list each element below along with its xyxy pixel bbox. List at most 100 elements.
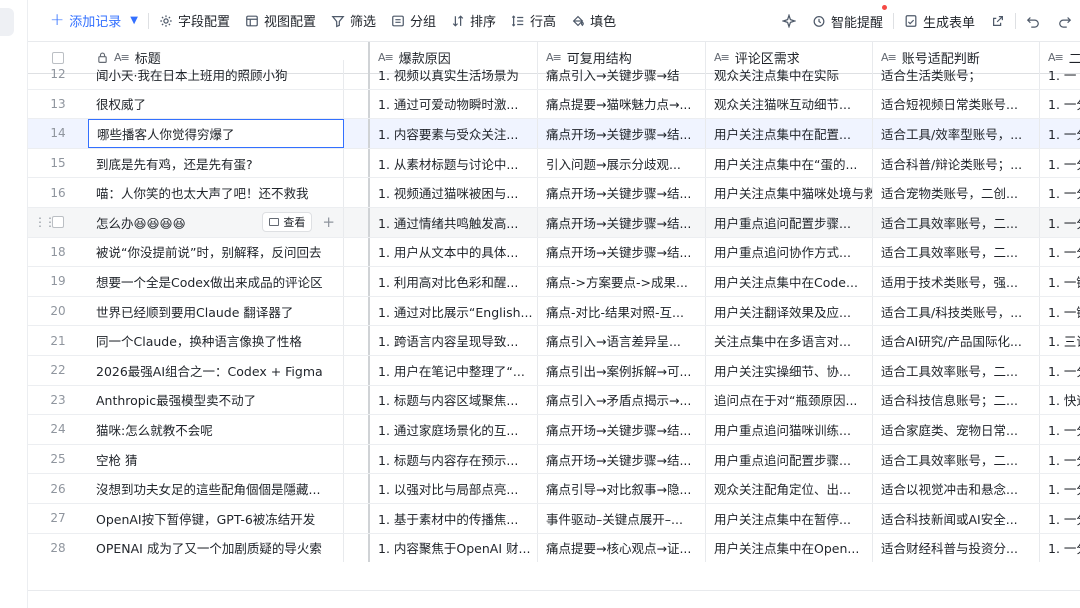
cell-f1[interactable]: 1. 跨语言内容呈现导致...: [370, 326, 538, 355]
table-row[interactable]: 15 到底是先有鸡，还是先有蛋? 1. 从素材标题与讨论中... 引入问题→展示分歧观…: [28, 148, 1080, 179]
cell-f3[interactable]: 用户关注点集中在暂停...: [706, 504, 873, 533]
undo-button[interactable]: [1026, 7, 1040, 35]
view-record-button[interactable]: 查看: [262, 212, 313, 233]
cell-f2[interactable]: 痛点引入→语言差异呈...: [538, 326, 706, 355]
cell-f4[interactable]: 适合财经科普与投资分...: [873, 533, 1040, 562]
cell-f3[interactable]: 用户关注点集中在Open...: [706, 533, 873, 562]
cell-f1[interactable]: 1. 基于素材中的传播焦...: [370, 504, 538, 533]
cell-f4[interactable]: 适用于技术类账号，强...: [873, 267, 1040, 296]
smart-alert-button[interactable]: 智能提醒: [812, 5, 887, 35]
cell-f1[interactable]: 1. 从素材标题与讨论中...: [370, 148, 538, 178]
add-subrecord-icon[interactable]: +: [322, 213, 335, 231]
filter-button[interactable]: 筛选: [331, 7, 376, 35]
row-height-button[interactable]: 行高: [511, 7, 556, 35]
cell-f5[interactable]: 1. 一分: [1040, 208, 1080, 237]
cell-f4[interactable]: 适合工具/科技类账号，...: [873, 296, 1040, 326]
cell-f5[interactable]: 1. 一分: [1040, 90, 1080, 119]
cell-f3[interactable]: 用户关注点集中在“蛋的...: [706, 148, 873, 178]
cell-f2[interactable]: 痛点提要→猫咪魅力点→...: [538, 89, 706, 119]
cell-f4[interactable]: 适合以视觉冲击和悬念...: [873, 474, 1040, 503]
cell-f1[interactable]: 1. 内容聚焦于OpenAI 财...: [370, 533, 538, 562]
chevron-down-icon[interactable]: ▼: [130, 15, 138, 26]
cell-f3[interactable]: 观众关注猫咪互动细节...: [706, 89, 873, 119]
cell-f5[interactable]: 1. 一分: [1040, 149, 1080, 178]
table-row[interactable]: 14 哪些播客人你觉得穷爆了 1. 内容要素与受众关注... 痛点开场→关键步骤→结.…: [28, 119, 1080, 149]
ai-sparkle-button[interactable]: [781, 7, 796, 35]
field-config-button[interactable]: 字段配置: [159, 7, 230, 35]
view-config-button[interactable]: 视图配置: [245, 7, 316, 35]
cell-f2[interactable]: 痛点->方案要点->成果...: [538, 267, 706, 296]
cell-f1[interactable]: 1. 标题与内容存在预示...: [370, 444, 538, 474]
cell-f1[interactable]: 1. 内容要素与受众关注...: [370, 119, 538, 148]
cell-title[interactable]: 世界已经顺到要用Claude 翻译器了: [88, 296, 344, 326]
cell-f1[interactable]: 1. 用户在笔记中整理了“...: [370, 356, 538, 385]
cell-f4[interactable]: 适合宠物类账号，二创...: [873, 178, 1040, 207]
cell-title[interactable]: 到底是先有鸡，还是先有蛋?: [88, 148, 344, 178]
cell-f3[interactable]: 用户关注点集中在Code...: [706, 267, 873, 296]
cell-f5[interactable]: 1. 一分: [1040, 178, 1080, 207]
cell-f4[interactable]: 适合科技信息账号；二...: [873, 385, 1040, 415]
cell-f3[interactable]: 关注点集中在多语言对...: [706, 326, 873, 355]
cell-f5[interactable]: 1. 一分: [1040, 119, 1080, 148]
cell-f1[interactable]: 1. 用户从文本中的具体...: [370, 237, 538, 267]
cell-f4[interactable]: 适合科技新闻或AI安全...: [873, 504, 1040, 533]
cell-title[interactable]: 想要一个全是Codex做出来成品的评论区: [88, 267, 344, 296]
cell-f1[interactable]: 1. 通过可爱动物瞬时激...: [370, 89, 538, 119]
cell-f2[interactable]: 痛点引导→对比叙事→隐...: [538, 474, 706, 503]
cell-f4[interactable]: 适合生活类账号；: [873, 60, 1040, 89]
cell-f5[interactable]: 1. 一分: [1040, 534, 1080, 562]
cell-f2[interactable]: 痛点引入→矛盾点揭示→...: [538, 385, 706, 415]
cell-title[interactable]: 闻小天·我在日本上班用的照顾小狗: [88, 60, 344, 89]
cell-f2[interactable]: 痛点引出→案例拆解→可...: [538, 356, 706, 385]
cell-f3[interactable]: 用户关注点集中猫咪处境与救...: [706, 178, 873, 207]
cell-title[interactable]: OpenAI按下暂停键，GPT-6被冻结开发: [88, 504, 344, 533]
cell-f2[interactable]: 痛点开场→关键步骤→结...: [538, 237, 706, 267]
cell-f2[interactable]: 痛点开场→关键步骤→结...: [538, 415, 706, 444]
cell-title[interactable]: 很权威了: [88, 89, 344, 119]
sidebar-toggle-tab[interactable]: [0, 8, 14, 36]
cell-f3[interactable]: 追问点在于对“瓶颈原因...: [706, 385, 873, 415]
cell-f5[interactable]: 1. 三语: [1040, 326, 1080, 355]
cell-f5[interactable]: 1. 一键: [1040, 267, 1080, 296]
table-row[interactable]: 23 Anthropic最强模型卖不动了 1. 标题与内容区域聚焦... 痛点引入→矛…: [28, 385, 1080, 416]
table-row[interactable]: 26 沒想到功夫女足的這些配角個個是隱藏... 1. 以强对比与局部点亮... 痛点引…: [28, 474, 1080, 504]
cell-f4[interactable]: 适合工具效率账号，二...: [873, 444, 1040, 474]
cell-title[interactable]: Anthropic最强模型卖不动了: [88, 385, 344, 415]
cell-title[interactable]: 同一个Claude，换种语言像换了性格: [88, 326, 344, 355]
table-row[interactable]: ⋮⋮ 怎么办😆😆😆😆 查看 +1. 通过情绪共鸣触发高... 痛点开场→关键步骤→结..…: [28, 208, 1080, 238]
cell-title[interactable]: 被说“你没提前说”时，别解释，反问回去: [88, 237, 344, 267]
add-record-button[interactable]: + 添加记录 ▼: [50, 7, 138, 35]
cell-f5[interactable]: 1. 一分: [1040, 356, 1080, 385]
cell-title[interactable]: 空枪 猜: [88, 444, 344, 474]
cell-f5[interactable]: 1. 一分: [1040, 415, 1080, 444]
cell-f4[interactable]: 适合工具/效率型账号，...: [873, 119, 1040, 148]
cell-f4[interactable]: 适合短视频日常类账号...: [873, 89, 1040, 119]
cell-f5[interactable]: 1. 一分: [1040, 474, 1080, 503]
table-row[interactable]: 21 同一个Claude，换种语言像换了性格 1. 跨语言内容呈现导致... 痛点引入…: [28, 326, 1080, 356]
redo-button[interactable]: [1058, 7, 1072, 35]
cell-f3[interactable]: 用户关注点集中在配置...: [706, 119, 873, 148]
share-button[interactable]: [991, 7, 1005, 35]
cell-f3[interactable]: 用户关注翻译效果及应...: [706, 296, 873, 326]
cell-f2[interactable]: 痛点开场→关键步骤→结...: [538, 444, 706, 474]
cell-f2[interactable]: 引入问题→展示分歧观...: [538, 148, 706, 178]
cell-f3[interactable]: 用户关注实操细节、协...: [706, 356, 873, 385]
cell-f1[interactable]: 1. 以强对比与局部点亮...: [370, 474, 538, 503]
cell-f4[interactable]: 适合工具效率账号，二...: [873, 356, 1040, 385]
fill-color-button[interactable]: 填色: [571, 7, 616, 35]
cell-f1[interactable]: 1. 通过对比展示“English...: [370, 296, 538, 326]
cell-title[interactable]: 喵：人你笑的也太大声了吧！还不救我: [88, 178, 344, 207]
table-row[interactable]: 18 被说“你没提前说”时，别解释，反问回去 1. 用户从文本中的具体... 痛点开场…: [28, 237, 1080, 268]
cell-f4[interactable]: 适合工具效率账号，二...: [873, 208, 1040, 237]
cell-f2[interactable]: 痛点开场→关键步骤→结...: [538, 119, 706, 148]
cell-f5[interactable]: 1. 一分: [1040, 445, 1080, 474]
cell-title[interactable]: 沒想到功夫女足的這些配角個個是隱藏...: [88, 474, 344, 503]
cell-f2[interactable]: 痛点-对比-结果对照-互...: [538, 296, 706, 326]
cell-f5[interactable]: 1. 快速: [1040, 386, 1080, 415]
cell-f1[interactable]: 1. 通过家庭场景化的互...: [370, 415, 538, 444]
table-row[interactable]: 27 OpenAI按下暂停键，GPT-6被冻结开发 1. 基于素材中的传播焦... 事…: [28, 504, 1080, 534]
cell-title[interactable]: 猫咪:怎么就教不会呢: [88, 415, 344, 444]
table-row[interactable]: 16 喵：人你笑的也太大声了吧！还不救我 1. 视频通过猫咪被困与... 痛点开场→关…: [28, 178, 1080, 208]
gen-form-button[interactable]: 生成表单: [904, 7, 975, 35]
table-row[interactable]: 12 闻小天·我在日本上班用的照顾小狗 1. 视频以真实生活场景为 痛点引入→关键步骤…: [28, 60, 1080, 90]
